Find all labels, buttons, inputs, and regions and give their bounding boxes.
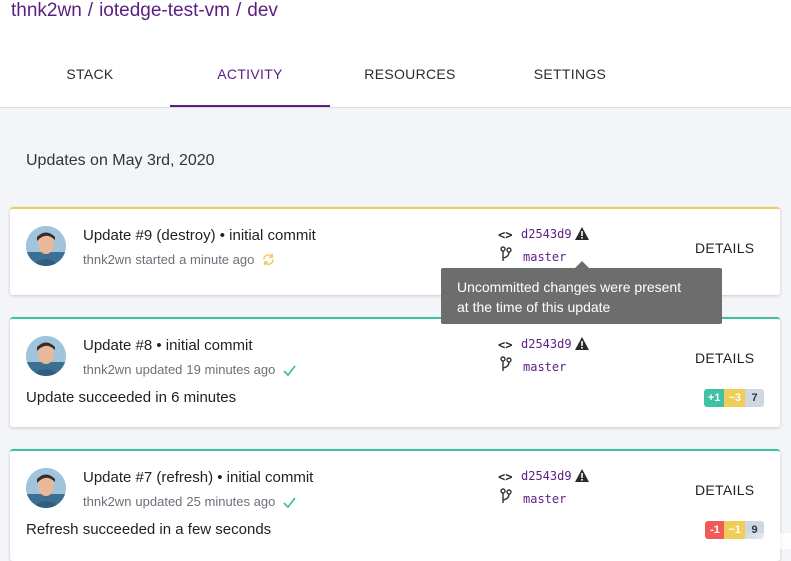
branch-name[interactable]: master bbox=[523, 250, 566, 264]
warning-icon[interactable] bbox=[574, 336, 590, 356]
branch-icon bbox=[500, 488, 512, 509]
details-button[interactable]: DETAILS bbox=[695, 240, 754, 256]
warning-icon[interactable] bbox=[574, 226, 590, 246]
details-button[interactable]: DETAILS bbox=[695, 350, 754, 366]
update-title[interactable]: Update #9 (destroy) • initial commit bbox=[83, 227, 316, 244]
check-icon bbox=[283, 496, 296, 511]
branch-name[interactable]: master bbox=[523, 360, 566, 374]
update-meta: thnk2wn updated 25 minutes ago bbox=[83, 494, 296, 511]
tab-resources[interactable]: RESOURCES bbox=[330, 42, 490, 106]
update-title[interactable]: Update #8 • initial commit bbox=[83, 337, 253, 354]
update-title[interactable]: Update #7 (refresh) • initial commit bbox=[83, 469, 313, 486]
deleted-count-badge: -1 bbox=[705, 521, 725, 539]
update-result: Refresh succeeded in a few seconds bbox=[26, 521, 271, 538]
warning-icon[interactable] bbox=[574, 468, 590, 488]
tab-activity[interactable]: ACTIVITY bbox=[170, 42, 330, 107]
update-user[interactable]: thnk2wn bbox=[83, 252, 131, 267]
result-prefix: Update bbox=[26, 389, 79, 406]
avatar[interactable] bbox=[26, 226, 66, 266]
breadcrumb-separator: / bbox=[87, 0, 94, 21]
breadcrumb: thnk2wn / iotedge-test-vm / dev bbox=[11, 0, 278, 22]
created-count-badge: +1 bbox=[703, 389, 725, 407]
branch-icon bbox=[500, 356, 512, 377]
update-card-7: Update #7 (refresh) • initial commit thn… bbox=[10, 449, 780, 561]
details-button[interactable]: DETAILS bbox=[695, 482, 754, 498]
code-icon: <> bbox=[498, 470, 513, 484]
branch-icon bbox=[500, 246, 512, 267]
tab-settings[interactable]: SETTINGS bbox=[490, 42, 650, 106]
breadcrumb-org[interactable]: thnk2wn bbox=[11, 0, 82, 22]
check-icon bbox=[283, 364, 296, 379]
update-verb: updated bbox=[135, 494, 183, 509]
code-icon: <> bbox=[498, 228, 513, 242]
tooltip-line-2: at the time of this update bbox=[457, 299, 611, 315]
update-user[interactable]: thnk2wn bbox=[83, 494, 131, 509]
updates-date-heading: Updates on May 3rd, 2020 bbox=[26, 152, 215, 169]
result-duration: in a few seconds bbox=[155, 521, 272, 538]
scroll-fade bbox=[741, 533, 791, 549]
update-card-8: Update #8 • initial commit thnk2wn update… bbox=[10, 317, 780, 427]
result-status: succeeded bbox=[78, 389, 152, 406]
result-status: succeeded bbox=[82, 521, 156, 538]
breadcrumb-stack[interactable]: dev bbox=[247, 0, 278, 22]
branch-name[interactable]: master bbox=[523, 492, 566, 506]
update-meta: thnk2wn started a minute ago bbox=[83, 252, 275, 269]
breadcrumb-separator: / bbox=[236, 0, 242, 21]
commit-hash[interactable]: d2543d9 bbox=[521, 337, 572, 351]
code-icon: <> bbox=[498, 338, 513, 352]
tooltip-line-1: Uncommitted changes were present bbox=[457, 279, 682, 295]
avatar[interactable] bbox=[26, 336, 66, 376]
spinner-icon bbox=[262, 253, 275, 269]
update-time: 19 minutes ago bbox=[186, 362, 276, 377]
update-meta: thnk2wn updated 19 minutes ago bbox=[83, 362, 296, 379]
avatar[interactable] bbox=[26, 468, 66, 508]
update-result: Update succeeded in 6 minutes bbox=[26, 389, 236, 406]
tab-stack[interactable]: STACK bbox=[10, 42, 170, 106]
top-bar: thnk2wn / iotedge-test-vm / dev bbox=[0, 0, 791, 43]
commit-hash[interactable]: d2543d9 bbox=[521, 227, 572, 241]
updated-count-badge: ~3 bbox=[724, 389, 745, 407]
result-duration: in 6 minutes bbox=[151, 389, 237, 406]
uncommitted-changes-tooltip: Uncommitted changes were present at the … bbox=[441, 261, 722, 324]
update-time: a minute ago bbox=[179, 252, 255, 267]
update-verb: started bbox=[135, 252, 176, 267]
stack-tabs: STACK ACTIVITY RESOURCES SETTINGS bbox=[0, 42, 791, 108]
update-time: 25 minutes ago bbox=[186, 494, 276, 509]
update-user[interactable]: thnk2wn bbox=[83, 362, 131, 377]
result-prefix: Refresh bbox=[26, 521, 83, 538]
breadcrumb-project[interactable]: iotedge-test-vm bbox=[99, 0, 230, 22]
commit-hash[interactable]: d2543d9 bbox=[521, 469, 572, 483]
resource-change-summary[interactable]: +1 ~3 7 bbox=[703, 389, 764, 407]
unchanged-count-badge: 7 bbox=[745, 389, 764, 407]
update-verb: updated bbox=[135, 362, 183, 377]
